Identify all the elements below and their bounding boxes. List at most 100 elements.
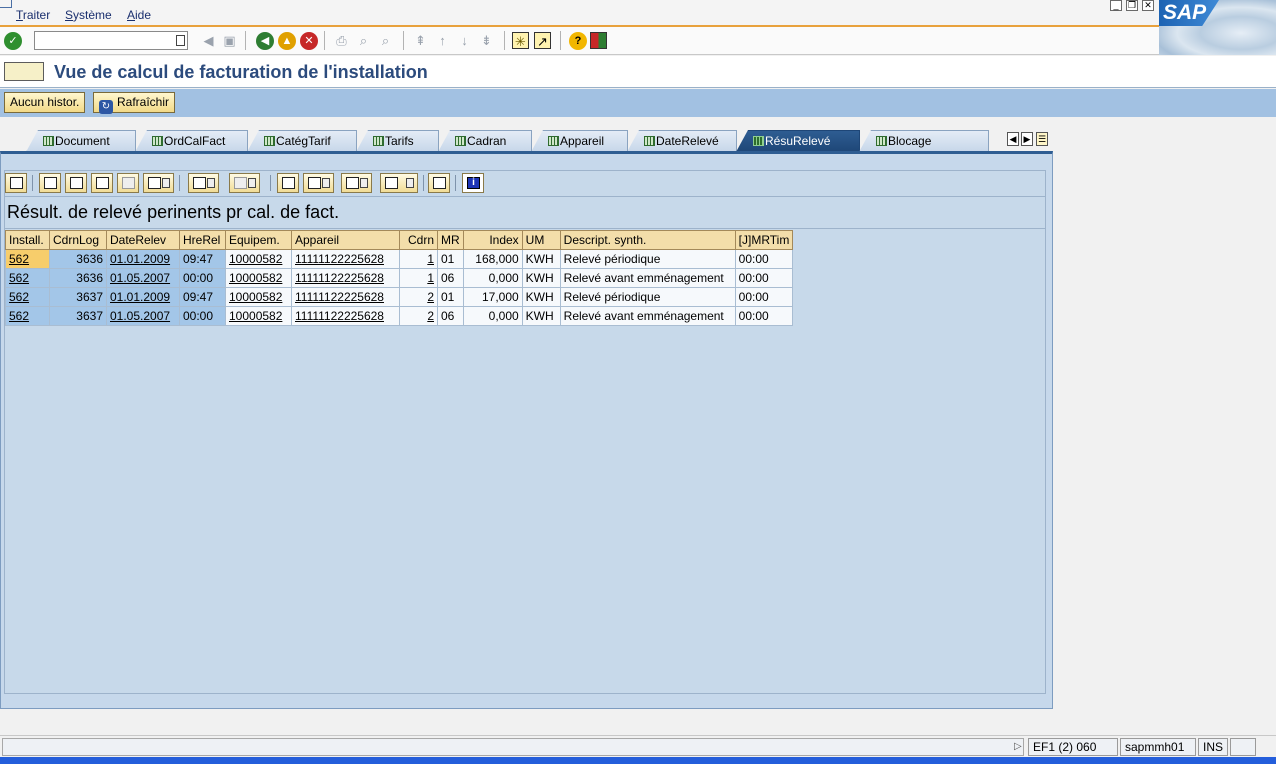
- tab-resurelevé[interactable]: RésuRelevé: [736, 130, 860, 152]
- cell-date-relev[interactable]: 01.05.2007: [106, 268, 180, 288]
- cell-cadran[interactable]: 2: [399, 306, 438, 326]
- print-preview-button[interactable]: [277, 173, 299, 193]
- status-mode[interactable]: INS: [1198, 738, 1228, 756]
- back-icon[interactable]: ◀: [256, 32, 274, 50]
- cell-cdrnlog: 3636: [49, 249, 107, 269]
- cell-date-relev[interactable]: 01.05.2007: [106, 306, 180, 326]
- print-icon: ⎙: [336, 33, 347, 48]
- tab-document[interactable]: Document: [26, 130, 136, 152]
- table-icon: [373, 136, 384, 146]
- column-header[interactable]: Appareil: [291, 230, 400, 250]
- column-header[interactable]: Equipem.: [225, 230, 292, 250]
- sort-descending-button[interactable]: [65, 173, 87, 193]
- create-session-icon[interactable]: ✳: [512, 32, 529, 49]
- filter-button[interactable]: [143, 173, 174, 193]
- column-header[interactable]: Install.: [5, 230, 50, 250]
- cell-appareil[interactable]: 11111122225628: [291, 268, 400, 288]
- menu-item-aide[interactable]: Aide: [127, 8, 151, 22]
- tab-cadran[interactable]: Cadran: [438, 130, 532, 152]
- tab-scroll-right-icon[interactable]: ▶: [1021, 132, 1033, 146]
- cell-installation[interactable]: 562: [5, 306, 50, 326]
- dropdown-icon: [406, 178, 414, 188]
- tab-blocage[interactable]: Blocage: [859, 130, 989, 152]
- cell-appareil[interactable]: 11111122225628: [291, 287, 400, 307]
- alv-separator: [423, 175, 424, 191]
- tab-list-icon[interactable]: ☰: [1036, 132, 1048, 146]
- table-icon: [264, 136, 275, 146]
- help-icon[interactable]: ?: [569, 32, 587, 50]
- tab-tarifs[interactable]: Tarifs: [356, 130, 439, 152]
- cell-equipement[interactable]: 10000582: [225, 268, 292, 288]
- alv-toolbar: i: [5, 171, 1045, 197]
- minimize-icon[interactable]: _: [1110, 0, 1122, 11]
- status-server: sapmmh01: [1120, 738, 1196, 756]
- no-history-button[interactable]: Aucun histor.: [4, 92, 86, 113]
- cell-cadran[interactable]: 2: [399, 287, 438, 307]
- grid-title: Résult. de relevé perinents pr cal. de f…: [7, 202, 340, 222]
- cell-equipement[interactable]: 10000582: [225, 249, 292, 269]
- tab-categtarif[interactable]: CatégTarif: [247, 130, 357, 152]
- column-header[interactable]: CdrnLog: [49, 230, 107, 250]
- cell-installation[interactable]: 562: [5, 287, 50, 307]
- cell-installation[interactable]: 562: [5, 268, 50, 288]
- alv-separator: [455, 175, 456, 191]
- subtotal-icon: [234, 177, 247, 189]
- cell-appareil[interactable]: 11111122225628: [291, 249, 400, 269]
- cell-date-relev[interactable]: 01.01.2009: [106, 249, 180, 269]
- create-shortcut-icon[interactable]: ↗: [534, 32, 551, 49]
- cell-mrtime: 00:00: [734, 249, 794, 269]
- cell-appareil[interactable]: 11111122225628: [291, 306, 400, 326]
- cancel-icon[interactable]: ✕: [300, 32, 318, 50]
- info-button[interactable]: i: [462, 173, 484, 193]
- status-expand-icon[interactable]: ▷: [1014, 741, 1022, 752]
- find-button[interactable]: [91, 173, 113, 193]
- sort-ascending-button[interactable]: [39, 173, 61, 193]
- column-header[interactable]: Index: [462, 230, 523, 250]
- column-header[interactable]: DateRelev: [106, 230, 180, 250]
- menu-item-systeme[interactable]: Système: [65, 8, 112, 22]
- close-icon[interactable]: ✕: [1142, 0, 1154, 11]
- cell-date-relev[interactable]: 01.01.2009: [106, 287, 180, 307]
- tab-label: OrdCalFact: [164, 134, 226, 148]
- column-header[interactable]: MR: [437, 230, 464, 250]
- status-system[interactable]: EF1 (2) 060: [1028, 738, 1118, 764]
- views-button[interactable]: [303, 173, 334, 193]
- column-header[interactable]: UM: [521, 230, 561, 250]
- cell-installation[interactable]: 562: [5, 249, 50, 269]
- cell-cadran[interactable]: 1: [399, 268, 438, 288]
- cell-equipement[interactable]: 10000582: [225, 306, 292, 326]
- cell-cadran[interactable]: 1: [399, 249, 438, 269]
- column-header[interactable]: [J]MRTim: [734, 230, 794, 250]
- graphic-button[interactable]: [428, 173, 450, 193]
- restore-icon[interactable]: ❐: [1126, 0, 1138, 11]
- sum-button[interactable]: [188, 173, 219, 193]
- layout-button[interactable]: [380, 173, 418, 193]
- table-row[interactable]: 562 3637 01.01.2009 09:47 10000582 11111…: [5, 287, 794, 307]
- enter-checkmark-icon[interactable]: ✓: [4, 32, 22, 50]
- table-row[interactable]: 562 3636 01.05.2007 00:00 10000582 11111…: [5, 268, 794, 288]
- tab-appareil[interactable]: Appareil: [531, 130, 628, 152]
- command-field[interactable]: [34, 31, 188, 50]
- results-table: Install. CdrnLog DateRelev HreRel Equipe…: [5, 230, 794, 326]
- table-row[interactable]: 562 3637 01.05.2007 00:00 10000582 11111…: [5, 306, 794, 326]
- info-icon: i: [467, 177, 480, 189]
- command-history-icon[interactable]: [176, 35, 185, 46]
- table-row[interactable]: 562 3636 01.01.2009 09:47 10000582 11111…: [5, 249, 794, 269]
- tab-daterelevé[interactable]: DateRelevé: [627, 130, 737, 152]
- column-header[interactable]: HreRel: [179, 230, 226, 250]
- cell-index: 168,000: [462, 249, 523, 269]
- menu-item-traiter[interactable]: Traiter: [16, 8, 50, 22]
- layout-menu-icon[interactable]: [590, 32, 607, 49]
- cell-index: 0,000: [462, 306, 523, 326]
- tab-ordcalfact[interactable]: OrdCalFact: [135, 130, 248, 152]
- column-header[interactable]: Cdrn: [399, 230, 438, 250]
- exit-icon[interactable]: ▲: [278, 32, 296, 50]
- refresh-button[interactable]: ↻ Rafraîchir: [93, 92, 176, 114]
- tab-scroll-left-icon[interactable]: ◀: [1007, 132, 1019, 146]
- column-header[interactable]: Descript. synth.: [559, 230, 736, 250]
- export-button[interactable]: [341, 173, 372, 193]
- sap-logo: SAP: [1159, 0, 1276, 55]
- cell-equipement[interactable]: 10000582: [225, 287, 292, 307]
- details-button[interactable]: [5, 173, 27, 193]
- title-toggle-icons[interactable]: [4, 62, 44, 81]
